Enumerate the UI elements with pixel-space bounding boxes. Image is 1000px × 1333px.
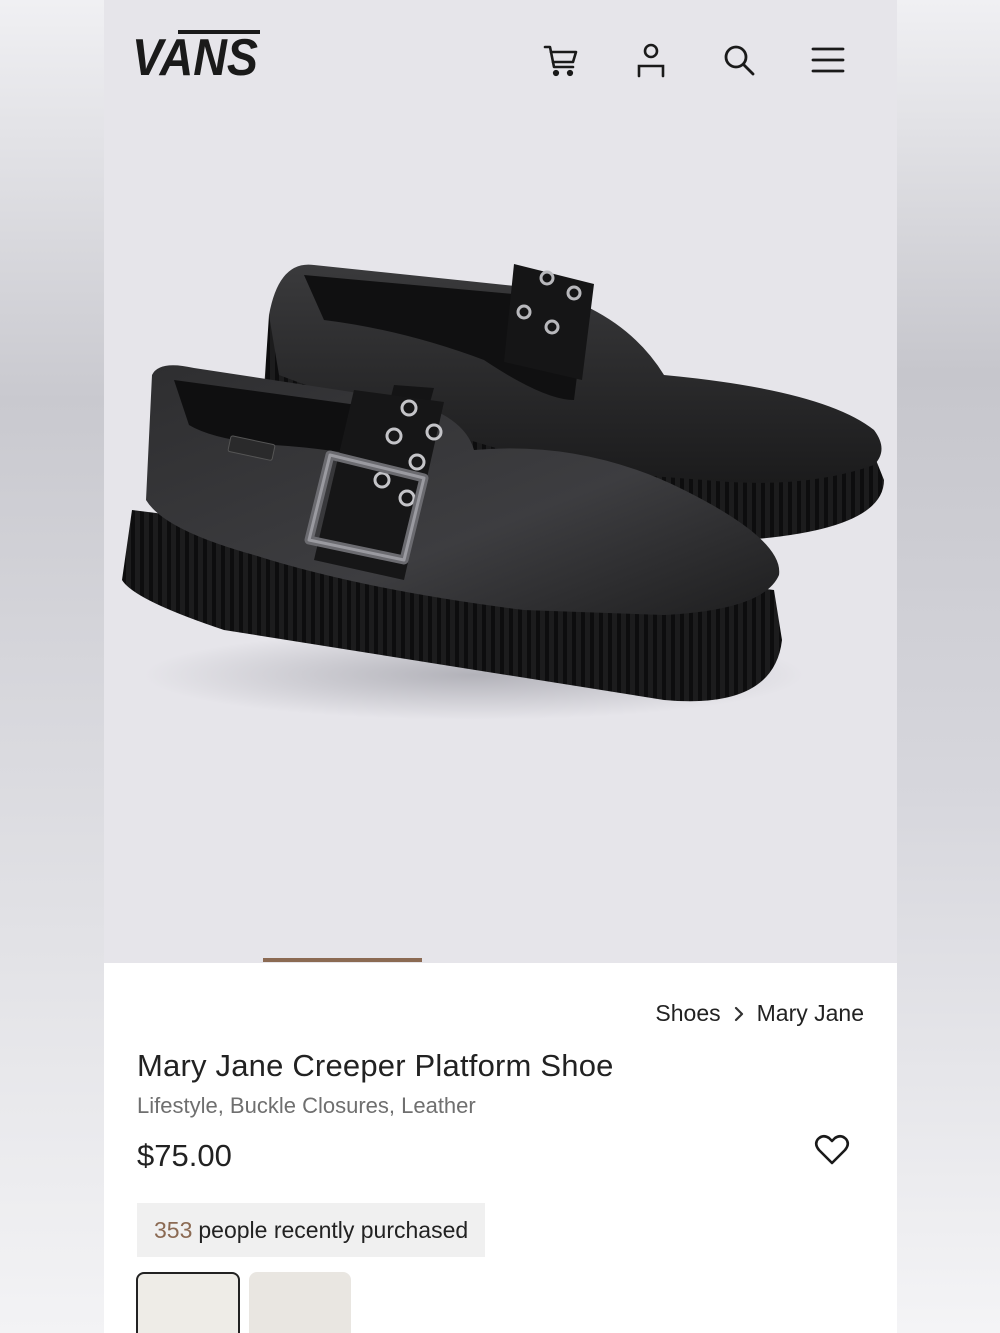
product-subtitle: Lifestyle, Buckle Closures, Leather [137, 1093, 476, 1118]
menu-icon[interactable] [808, 40, 848, 80]
wishlist-heart-icon[interactable] [812, 1130, 852, 1170]
cart-icon[interactable] [541, 40, 581, 80]
product-price: $75.00 [137, 1138, 232, 1173]
purchase-text: people recently purchased [198, 1216, 469, 1243]
breadcrumb-item-shoes[interactable]: Shoes [655, 1000, 720, 1027]
chevron-right-icon [733, 1005, 745, 1023]
gallery-progress-indicator [263, 958, 422, 962]
color-swatch-black[interactable] [136, 1272, 240, 1333]
left-backdrop [0, 0, 104, 1333]
product-image [104, 240, 897, 740]
site-header: VANS [104, 0, 897, 100]
color-swatch-alt[interactable] [249, 1272, 351, 1333]
breadcrumb-item-mary-jane[interactable]: Mary Jane [757, 1000, 864, 1027]
breadcrumb: Shoes Mary Jane [655, 1000, 864, 1027]
search-icon[interactable] [719, 40, 759, 80]
brand-wordmark: VANS [132, 29, 258, 80]
product-page: VANS Shoes Mary Jane Mary Jane Creeper P… [104, 0, 897, 1333]
recent-purchases-badge: 353 people recently purchased [137, 1203, 486, 1257]
account-icon[interactable] [631, 40, 671, 80]
vans-logo[interactable]: VANS [132, 28, 260, 87]
product-title: Mary Jane Creeper Platform Shoe [137, 1048, 614, 1083]
product-gallery[interactable]: VANS [104, 0, 897, 963]
right-backdrop [897, 0, 1000, 1333]
purchase-count: 353 [154, 1216, 193, 1243]
